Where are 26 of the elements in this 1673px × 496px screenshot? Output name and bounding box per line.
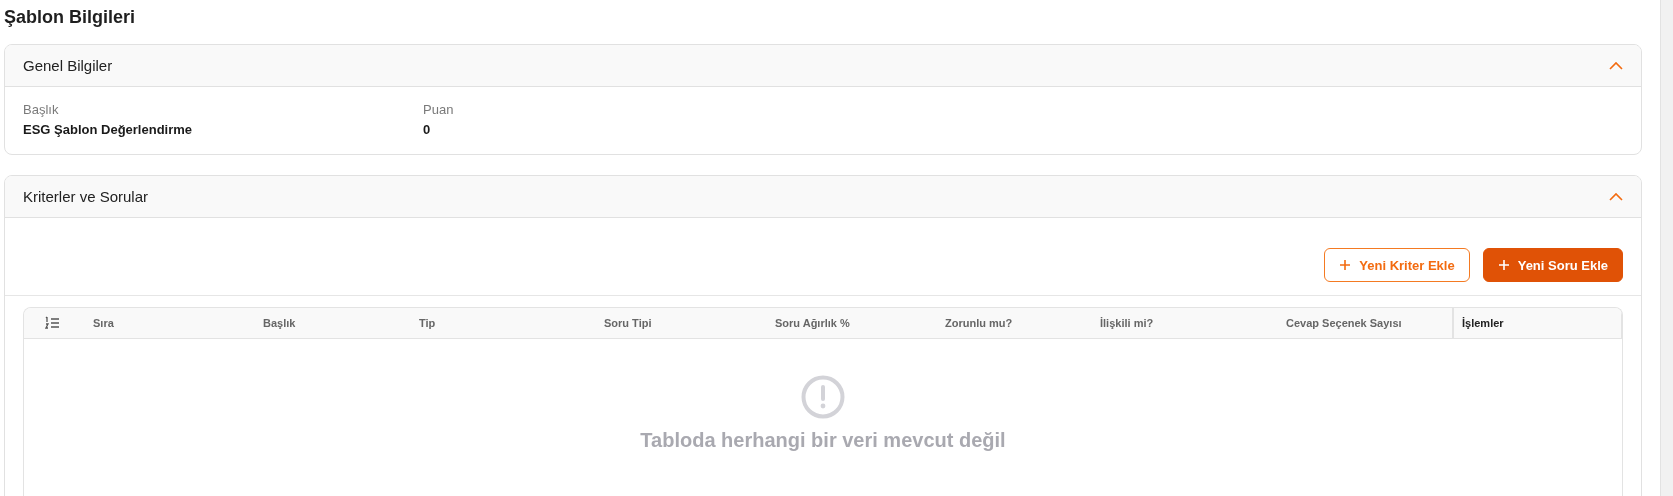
plus-icon [1497, 259, 1510, 271]
add-question-button[interactable]: Yeni Soru Ekle [1482, 248, 1623, 282]
column-header[interactable]: Soru Ağırlık % [763, 308, 933, 338]
warning-icon [801, 375, 845, 419]
panel-title: Kriterler ve Sorular [23, 188, 149, 205]
add-criterion-button[interactable]: Yeni Kriter Ekle [1324, 248, 1470, 282]
field-value: ESG Şablon Değerlendirme [23, 122, 194, 137]
column-header[interactable]: İşlemler [1452, 308, 1622, 338]
empty-message: Tabloda herhangi bir veri mevcut değil [640, 429, 1006, 452]
scrollbar[interactable] [1660, 0, 1673, 496]
chevron-icon[interactable] [1609, 192, 1623, 201]
numbered-list-icon[interactable] [45, 316, 60, 330]
panel-title: Genel Bilgiler [23, 57, 113, 74]
field-label: Başlık [23, 102, 60, 117]
chevron-icon[interactable] [1609, 61, 1623, 70]
plus-icon [1339, 259, 1352, 271]
field-label: Puan [423, 102, 455, 117]
column-header[interactable]: Sıra [81, 308, 251, 338]
column-header[interactable]: Tip [407, 308, 592, 338]
column-header[interactable]: Cevap Seçenek Sayısı [1274, 308, 1452, 338]
field-value: 0 [423, 122, 432, 137]
column-header[interactable]: Zorunlu mu? [933, 308, 1088, 338]
column-header[interactable]: Başlık [251, 308, 407, 338]
column-header[interactable]: İlişkili mi? [1088, 308, 1274, 338]
column-header[interactable]: Soru Tipi [592, 308, 763, 338]
page-title: Şablon Bilgileri [4, 6, 137, 28]
